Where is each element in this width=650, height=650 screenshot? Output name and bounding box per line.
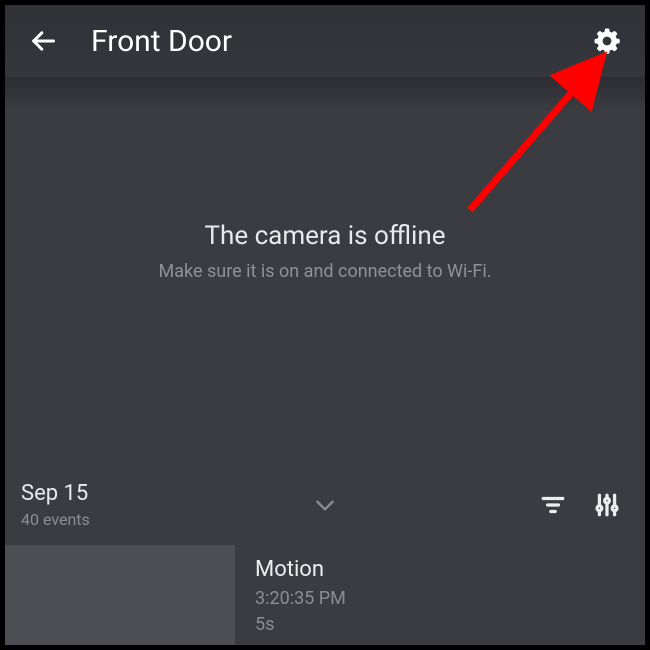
event-time: 3:20:35 PM <box>255 587 346 611</box>
arrow-left-icon <box>29 27 57 55</box>
settings-button[interactable] <box>587 21 627 61</box>
offline-title: The camera is offline <box>5 221 645 251</box>
offline-message: The camera is offline Make sure it is on… <box>5 221 645 282</box>
event-info: Motion 3:20:35 PM 5s <box>235 545 346 637</box>
event-duration: 5s <box>255 613 346 637</box>
back-button[interactable] <box>23 21 63 61</box>
sliders-icon <box>594 492 620 518</box>
event-list-item[interactable]: Motion 3:20:35 PM 5s <box>5 545 645 645</box>
offline-subtitle: Make sure it is on and connected to Wi-F… <box>5 261 645 282</box>
date-picker[interactable]: Sep 15 40 events <box>21 481 90 529</box>
expand-events-button[interactable] <box>310 490 340 520</box>
app-frame: Front Door The camera is offline Make su… <box>5 5 645 645</box>
events-header-bar: Sep 15 40 events <box>5 475 645 535</box>
gear-icon <box>592 26 622 56</box>
event-title: Motion <box>255 555 346 585</box>
header-shadow <box>5 77 645 111</box>
date-label: Sep 15 <box>21 481 90 507</box>
adjust-button[interactable] <box>587 485 627 525</box>
header-bar: Front Door <box>5 5 645 77</box>
filter-button[interactable] <box>533 485 573 525</box>
events-count: 40 events <box>21 510 90 529</box>
filter-icon <box>540 492 566 518</box>
page-title: Front Door <box>91 24 587 59</box>
event-thumbnail <box>5 545 235 645</box>
chevron-down-icon <box>312 492 338 518</box>
